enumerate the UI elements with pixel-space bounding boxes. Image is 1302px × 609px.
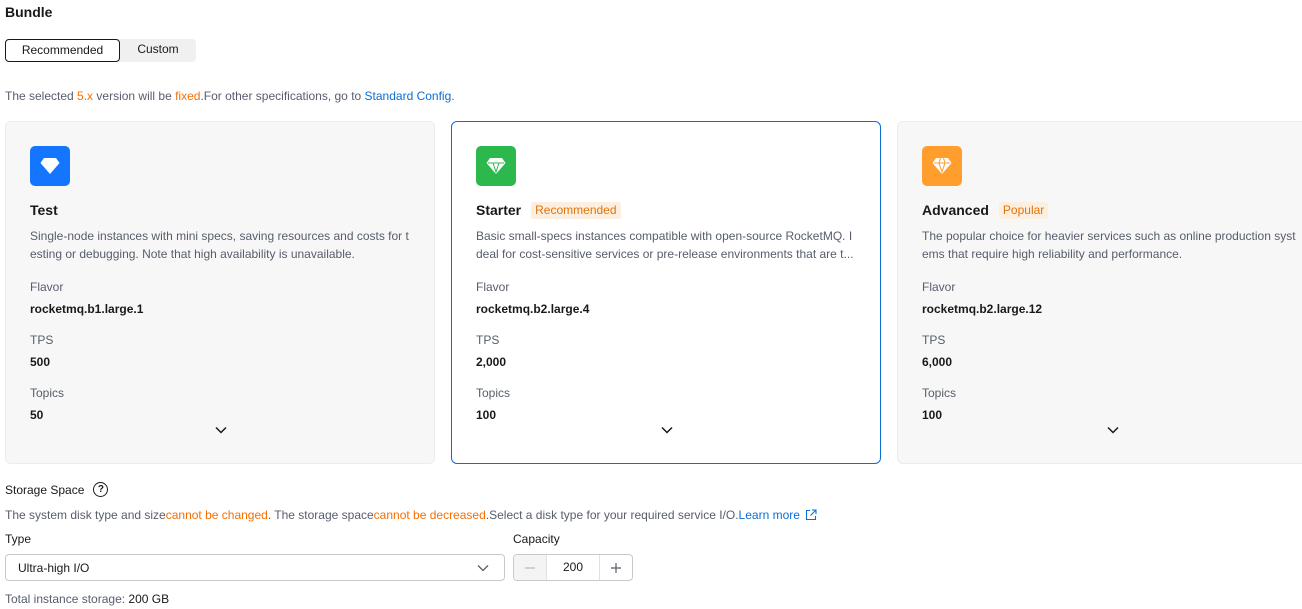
bundle-notice: The selected 5.x version will be fixed.F… (5, 89, 455, 103)
disk-type-select[interactable]: Ultra-high I/O (5, 554, 505, 581)
expand-chevron-icon[interactable] (659, 422, 675, 438)
flavor-label: Flavor (476, 280, 510, 294)
fixed-highlight: fixed (175, 89, 201, 103)
flavor-label: Flavor (30, 280, 64, 294)
bundle-mode-switch: Recommended Custom (5, 39, 196, 62)
disk-type-value: Ultra-high I/O (18, 561, 90, 575)
topics-label: Topics (922, 386, 957, 400)
bundle-card-advanced[interactable]: Advanced Popular The popular choice for … (897, 121, 1302, 464)
topics-label: Topics (30, 386, 65, 400)
flavor-value: rocketmq.b2.large.4 (476, 302, 590, 316)
topics-label: Topics (476, 386, 511, 400)
diamond-icon (476, 146, 516, 186)
notice-text: version will be (93, 89, 176, 103)
tab-recommended[interactable]: Recommended (5, 39, 120, 62)
decrease-button[interactable] (514, 555, 547, 580)
topics-value: 50 (30, 408, 44, 422)
tps-value: 2,000 (476, 355, 507, 369)
capacity-label: Capacity (513, 532, 560, 546)
cannot-decrease-highlight: cannot be decreased (373, 508, 486, 522)
storage-space-text: Storage Space (5, 482, 85, 497)
expand-chevron-icon[interactable] (1105, 422, 1121, 438)
standard-config-link[interactable]: Standard Config (365, 89, 452, 103)
tps-value: 500 (30, 355, 51, 369)
topics-value: 100 (476, 408, 497, 422)
card-name: Advanced (922, 202, 989, 218)
popular-badge: Popular (998, 201, 1049, 219)
topics-value: 100 (922, 408, 943, 422)
learn-more-link[interactable]: Learn more (739, 508, 800, 522)
notice-text: .Select a disk type for your required se… (485, 508, 739, 522)
increase-button[interactable] (599, 555, 632, 580)
external-link-icon[interactable] (805, 509, 817, 521)
plus-icon (611, 562, 621, 573)
card-description: Single-node instances with mini specs, s… (30, 229, 409, 261)
flavor-label: Flavor (922, 280, 956, 294)
card-name: Starter (476, 202, 522, 218)
recommended-badge: Recommended (531, 201, 621, 219)
notice-text: The selected (5, 89, 78, 103)
notice-text: .For other specifications, go to (200, 89, 365, 103)
card-description: Basic small-specs instances compatible w… (476, 229, 854, 261)
capacity-stepper: 200 (513, 554, 633, 581)
flavor-value: rocketmq.b2.large.12 (922, 302, 1043, 316)
bundle-title: Bundle (5, 4, 53, 20)
total-storage-value: 200 GB (128, 592, 170, 606)
card-name: Test (30, 202, 58, 218)
expand-chevron-icon[interactable] (213, 422, 229, 438)
storage-notice: The system disk type and size cannot be … (5, 508, 817, 522)
notice-text: The system disk type and size (5, 508, 166, 522)
bundle-card-starter[interactable]: Starter Recommended Basic small-specs in… (451, 121, 881, 464)
notice-text: . (451, 89, 455, 103)
tps-label: TPS (922, 333, 946, 347)
diamond-icon (30, 146, 70, 186)
tps-value: 6,000 (922, 355, 953, 369)
storage-space-label: Storage Space ? (5, 482, 109, 497)
tps-label: TPS (30, 333, 54, 347)
diamond-icon (922, 146, 962, 186)
total-storage: Total instance storage: 200 GB (5, 592, 169, 606)
capacity-input[interactable]: 200 (547, 555, 599, 580)
help-icon[interactable]: ? (93, 482, 109, 497)
flavor-value: rocketmq.b1.large.1 (30, 302, 144, 316)
cannot-change-highlight: cannot be changed (165, 508, 268, 522)
chevron-down-icon (477, 565, 489, 572)
minus-icon (525, 566, 535, 569)
version-highlight: 5.x (77, 89, 94, 103)
total-storage-label: Total instance storage: (5, 592, 129, 606)
notice-text: . The storage space (267, 508, 374, 522)
tab-custom[interactable]: Custom (120, 39, 196, 62)
card-description: The popular choice for heavier services … (922, 229, 1296, 261)
type-label: Type (5, 532, 32, 546)
bundle-card-test[interactable]: Test Single-node instances with mini spe… (5, 121, 435, 464)
tps-label: TPS (476, 333, 500, 347)
